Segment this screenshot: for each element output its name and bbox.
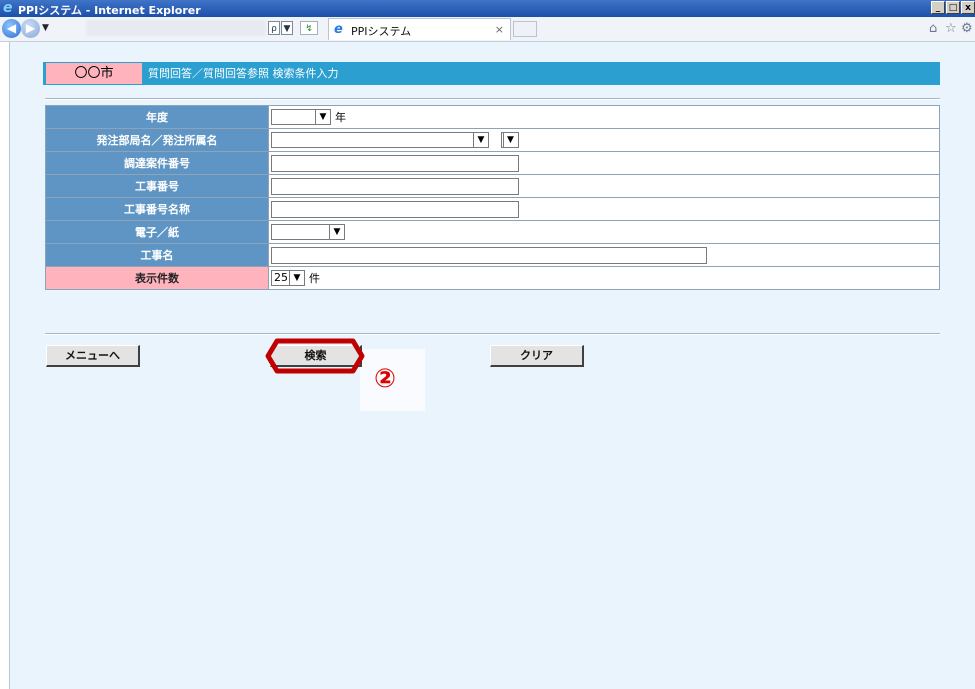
search-icon[interactable]: ρ: [268, 21, 280, 35]
work-name-input[interactable]: [271, 246, 707, 264]
work-number-field: [268, 174, 940, 198]
address-bar[interactable]: [86, 20, 266, 36]
display-count-field: 25 ▼ 件: [268, 266, 940, 290]
form-row-work-name: 工事名: [45, 243, 940, 267]
case-number-label: 調達案件番号: [45, 151, 269, 175]
search-form: 年度 ▼ 年 発注部局名／発注所属名 ▼ ▼ 調達案件番号 工事番号 工事番号名称…: [45, 105, 940, 290]
browser-tab[interactable]: e PPIシステム ×: [328, 18, 511, 40]
ie-logo-icon: e: [3, 0, 13, 16]
new-tab-button[interactable]: [513, 21, 537, 37]
display-count-select[interactable]: 25 ▼: [271, 270, 305, 286]
form-row-media: 電子／紙 ▼: [45, 220, 940, 244]
form-row-work-no-name: 工事番号名称: [45, 197, 940, 221]
home-icon[interactable]: ⌂: [929, 21, 937, 36]
year-label: 年度: [45, 105, 269, 129]
media-field: ▼: [268, 220, 940, 244]
work-name-label: 工事名: [45, 243, 269, 267]
chevron-down-icon: ▼: [502, 133, 518, 147]
work-number-name-input[interactable]: [271, 200, 519, 218]
work-number-input[interactable]: [271, 177, 519, 195]
form-row-work-no: 工事番号: [45, 174, 940, 198]
back-button[interactable]: ◀: [2, 19, 21, 38]
chevron-down-icon: ▼: [329, 225, 344, 239]
media-label: 電子／紙: [45, 220, 269, 244]
dept-select[interactable]: ▼: [271, 132, 489, 148]
chevron-down-icon: ▼: [315, 110, 330, 124]
work-number-name-label: 工事番号名称: [45, 197, 269, 221]
year-select[interactable]: ▼: [271, 109, 331, 125]
chevron-down-icon: ▼: [473, 133, 488, 147]
window-title: PPIシステム - Internet Explorer: [18, 4, 201, 17]
page-content: 〇〇市 質問回答／質問回答参照 検索条件入力 年度 ▼ 年 発注部局名／発注所属名…: [9, 42, 975, 689]
form-row-year: 年度 ▼ 年: [45, 105, 940, 129]
work-name-field: [268, 243, 940, 267]
display-count-label: 表示件数: [45, 266, 269, 290]
menu-button[interactable]: メニューへ: [46, 345, 140, 367]
case-number-input[interactable]: [271, 154, 519, 172]
work-number-name-field: [268, 197, 940, 221]
work-number-label: 工事番号: [45, 174, 269, 198]
display-count-value: 25: [274, 271, 288, 284]
window-controls: _ □ x: [931, 1, 975, 14]
display-count-unit: 件: [309, 272, 320, 285]
star-icon[interactable]: ☆: [945, 21, 957, 36]
divider-bottom: [45, 333, 940, 335]
window-title-bar: e PPIシステム - Internet Explorer _ □ x: [0, 0, 975, 17]
tab-close-icon[interactable]: ×: [495, 23, 504, 36]
browser-toolbar: ◀ ▶ ▼ ρ ▼ ↯ e PPIシステム × ⌂ ☆ ⚙: [0, 17, 975, 42]
ie-tab-icon: e: [334, 22, 343, 37]
year-unit: 年: [335, 111, 346, 124]
refresh-icon[interactable]: ↯: [300, 21, 318, 35]
forward-button[interactable]: ▶: [21, 19, 40, 38]
minimize-button[interactable]: _: [931, 1, 945, 14]
form-row-dept: 発注部局名／発注所属名 ▼ ▼: [45, 128, 940, 152]
close-button[interactable]: x: [961, 1, 975, 14]
dept-field: ▼ ▼: [268, 128, 940, 152]
form-row-count: 表示件数 25 ▼ 件: [45, 266, 940, 290]
address-dropdown-icon[interactable]: ▼: [281, 21, 293, 35]
history-dropdown-icon[interactable]: ▼: [42, 23, 49, 33]
gear-icon[interactable]: ⚙: [961, 21, 973, 36]
tab-label: PPIシステム: [351, 25, 412, 38]
search-highlight-outline: [265, 338, 365, 374]
step-number: ②: [374, 364, 397, 394]
breadcrumb: 質問回答／質問回答参照 検索条件入力: [148, 67, 339, 80]
clear-button[interactable]: クリア: [490, 345, 584, 367]
dept-label: 発注部局名／発注所属名: [45, 128, 269, 152]
maximize-button[interactable]: □: [946, 1, 960, 14]
media-select[interactable]: ▼: [271, 224, 345, 240]
form-row-case: 調達案件番号: [45, 151, 940, 175]
office-select[interactable]: ▼: [500, 132, 519, 148]
chevron-down-icon: ▼: [289, 271, 304, 285]
year-field: ▼ 年: [268, 105, 940, 129]
divider-top: [45, 98, 940, 100]
city-badge: 〇〇市: [46, 63, 142, 84]
case-number-field: [268, 151, 940, 175]
